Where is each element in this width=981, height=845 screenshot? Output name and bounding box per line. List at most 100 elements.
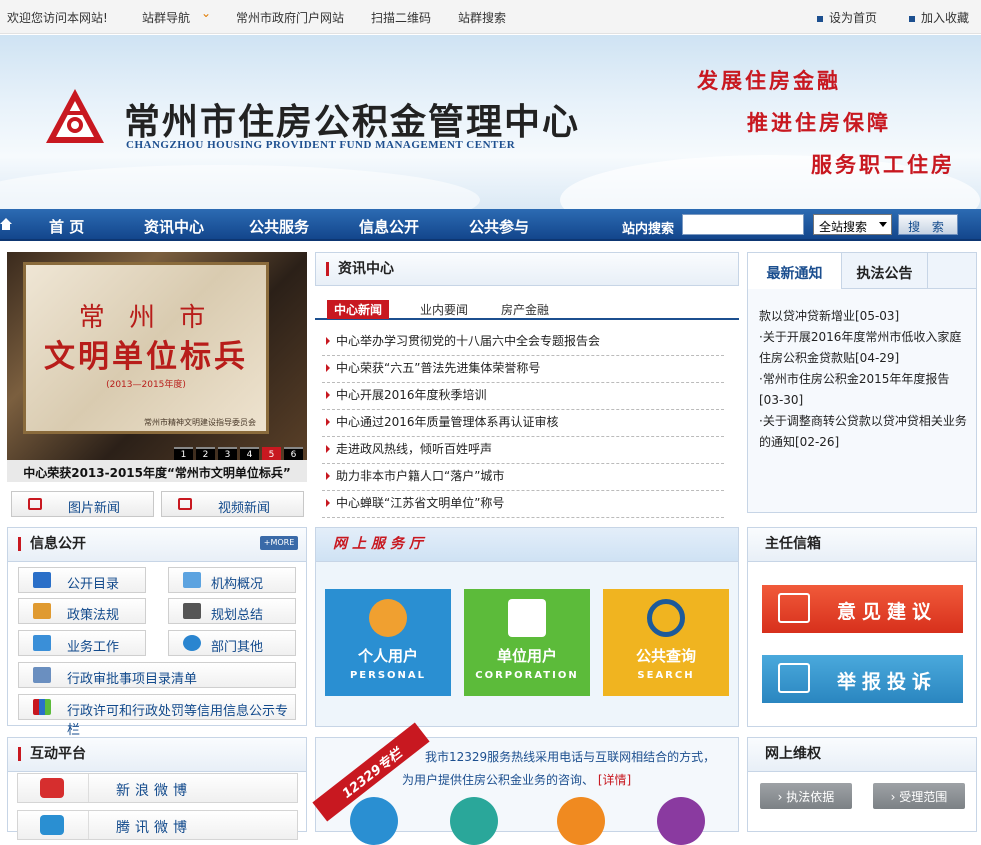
slogan: 发展住房金融 <box>697 68 841 93</box>
slide-page[interactable]: 3 <box>218 447 237 460</box>
info-link-business[interactable]: 业务工作 <box>18 630 146 656</box>
interaction-header: 互动平台 <box>8 738 306 772</box>
hotline-text: 为用户提供住房公积金业务的咨询、 [详情] <box>402 771 631 788</box>
info-link-label: 公开目录 <box>67 577 120 592</box>
notice-item[interactable]: ·关于调整商转公贷款以贷冲贷相关业务的通知[02-26] <box>759 411 969 453</box>
pencil-icon <box>33 667 51 683</box>
info-link-plans[interactable]: 规划总结 <box>168 598 296 624</box>
gear-icon <box>183 635 201 651</box>
tab-latest-notices[interactable]: 最新通知 <box>748 253 842 289</box>
news-item[interactable]: 中心荣获“六五”普法先进集体荣誉称号 <box>322 356 724 383</box>
qr-code-link[interactable]: 扫描二维码 <box>371 9 431 26</box>
search-scope-select[interactable]: 全站搜索 <box>813 214 892 235</box>
slideshow-caption[interactable]: 中心荣获2013-2015年度“常州市文明单位标兵” <box>7 460 307 482</box>
news-tabs: 中心新闻 业内要闻 房产金融 <box>315 292 739 320</box>
site-subtitle: CHANGZHOU HOUSING PROVIDENT FUND MANAGEM… <box>126 139 516 151</box>
info-link-label: 机构概况 <box>211 577 264 592</box>
slogan: 推进住房保障 <box>747 110 891 135</box>
more-button[interactable]: +MORE <box>260 536 298 550</box>
notice-item[interactable]: ·常州市住房公积金2015年年度报告[03-30] <box>759 369 969 411</box>
acceptance-scope-button[interactable]: › 受理范围 <box>873 783 965 809</box>
info-link-catalog[interactable]: 公开目录 <box>18 567 146 593</box>
plaque-issuer: 常州市精神文明建设指导委员会 <box>144 418 256 427</box>
suggestion-label: 意见建议 <box>837 601 938 623</box>
logo-icon[interactable] <box>44 87 106 145</box>
tab-enforcement-notices[interactable]: 执法公告 <box>842 253 928 289</box>
slideshow-image[interactable]: 常 州 市 文明单位标兵 (2013—2015年度) 常州市精神文明建设指导委员… <box>7 252 307 460</box>
search-label: 站内搜索 <box>622 222 675 237</box>
interaction-title: 互动平台 <box>18 747 86 761</box>
info-link-other[interactable]: 部门其他 <box>168 630 296 656</box>
info-link-approval-list[interactable]: 行政审批事项目录清单 <box>18 662 296 688</box>
info-link-policies[interactable]: 政策法规 <box>18 598 146 624</box>
detail-link[interactable]: [详情] <box>598 773 631 787</box>
phone-icon[interactable] <box>350 797 398 845</box>
site-nav-link[interactable]: 站群导航 <box>142 9 190 26</box>
site-search-link[interactable]: 站群搜索 <box>458 9 506 26</box>
tab-industry-news[interactable]: 业内要闻 <box>420 301 468 318</box>
divider <box>88 774 89 802</box>
chat-icon[interactable] <box>657 797 705 845</box>
tab-real-estate-finance[interactable]: 房产金融 <box>501 301 549 318</box>
slide-page[interactable]: 6 <box>284 447 303 460</box>
nav-item-info[interactable]: 信息公开 <box>359 216 419 237</box>
square-bullet-icon <box>909 15 915 22</box>
news-item[interactable]: 中心举办学习贯彻党的十八届六中全会专题报告会 <box>322 329 724 356</box>
web-icon[interactable] <box>450 797 498 845</box>
video-news-label: 视频新闻 <box>218 501 271 516</box>
info-link-organization[interactable]: 机构概况 <box>168 567 296 593</box>
video-news-button[interactable]: 视频新闻 <box>161 491 304 517</box>
news-list: 中心举办学习贯彻党的十八届六中全会专题报告会 中心荣获“六五”普法先进集体荣誉称… <box>322 329 724 518</box>
slideshow-pager: 123456 <box>171 446 303 460</box>
notice-item[interactable]: 款以贷冲贷新增业[05-03] <box>759 306 969 327</box>
plaque-line: 文明单位标兵 <box>44 339 248 375</box>
news-item[interactable]: 助力非本市户籍人口“落户”城市 <box>322 464 724 491</box>
microphone-icon[interactable] <box>557 797 605 845</box>
rights-header: 网上维权 <box>748 738 976 772</box>
public-search-button[interactable]: 公共查询 SEARCH <box>603 589 729 696</box>
home-icon[interactable] <box>0 218 12 230</box>
news-item[interactable]: 中心通过2016年质量管理体系再认证审核 <box>322 410 724 437</box>
search-input[interactable] <box>682 214 804 235</box>
search-scope-value: 全站搜索 <box>819 220 868 234</box>
search-button[interactable]: 搜 索 <box>898 214 958 235</box>
info-link-label: 政策法规 <box>67 608 120 623</box>
service-en: SEARCH <box>637 670 695 681</box>
set-home-link[interactable]: 设为首页 <box>817 9 877 26</box>
slogan: 服务职工住房 <box>811 152 955 177</box>
slide-page[interactable]: 2 <box>196 447 215 460</box>
nav-item-services[interactable]: 公共服务 <box>249 216 309 237</box>
personal-user-button[interactable]: 个人用户 PERSONAL <box>325 589 451 696</box>
tab-center-news[interactable]: 中心新闻 <box>327 300 390 319</box>
chevron-down-icon[interactable]: ⌄ <box>201 6 211 20</box>
notice-item[interactable]: ·关于开展2016年度常州市低收入家庭住房公积金贷款贴[04-29] <box>759 327 969 369</box>
photo-news-button[interactable]: 图片新闻 <box>11 491 154 517</box>
info-link-label: 行政审批事项目录清单 <box>67 672 198 687</box>
corporation-user-button[interactable]: 单位用户 CORPORATION <box>464 589 590 696</box>
weibo-label: 腾讯微博 <box>116 820 192 836</box>
news-item[interactable]: 中心开展2016年度秋季培训 <box>322 383 724 410</box>
sina-weibo-link[interactable]: 新浪微博 <box>17 773 298 803</box>
rights-title: 网上维权 <box>765 746 821 762</box>
pencil-icon <box>183 603 201 619</box>
welcome-text: 欢迎您访问本网站! <box>7 11 108 25</box>
dropdown-arrow-icon <box>879 222 887 231</box>
info-link-credit-info[interactable]: 行政许可和行政处罚等信用信息公示专栏 <box>18 694 296 738</box>
tencent-weibo-icon <box>40 815 64 835</box>
news-item[interactable]: 中心蝉联“江苏省文明单位”称号 <box>322 491 724 518</box>
slide-page[interactable]: 4 <box>240 447 259 460</box>
suggestion-button[interactable]: 意见建议 <box>762 585 963 633</box>
slide-page[interactable]: 1 <box>174 447 193 460</box>
gov-portal-link[interactable]: 常州市政府门户网站 <box>236 9 344 26</box>
enforcement-basis-button[interactable]: › 执法依据 <box>760 783 852 809</box>
nav-item-news[interactable]: 资讯中心 <box>144 216 204 237</box>
top-bar: 欢迎您访问本网站! 站群导航 ⌄ 常州市政府门户网站 扫描二维码 站群搜索 设为… <box>0 0 981 34</box>
tencent-weibo-link[interactable]: 腾讯微博 <box>17 810 298 840</box>
nav-item-participation[interactable]: 公共参与 <box>469 216 529 237</box>
slide-page-active[interactable]: 5 <box>262 447 281 460</box>
nav-item-home[interactable]: 首 页 <box>49 216 84 237</box>
news-item[interactable]: 走进政风热线，倾听百姓呼声 <box>322 437 724 464</box>
bookmark-link[interactable]: 加入收藏 <box>909 9 969 26</box>
hotline-text: 我市12329服务热线采用电话与互联网相结合的方式， <box>425 750 716 764</box>
report-button[interactable]: 举报投诉 <box>762 655 963 703</box>
